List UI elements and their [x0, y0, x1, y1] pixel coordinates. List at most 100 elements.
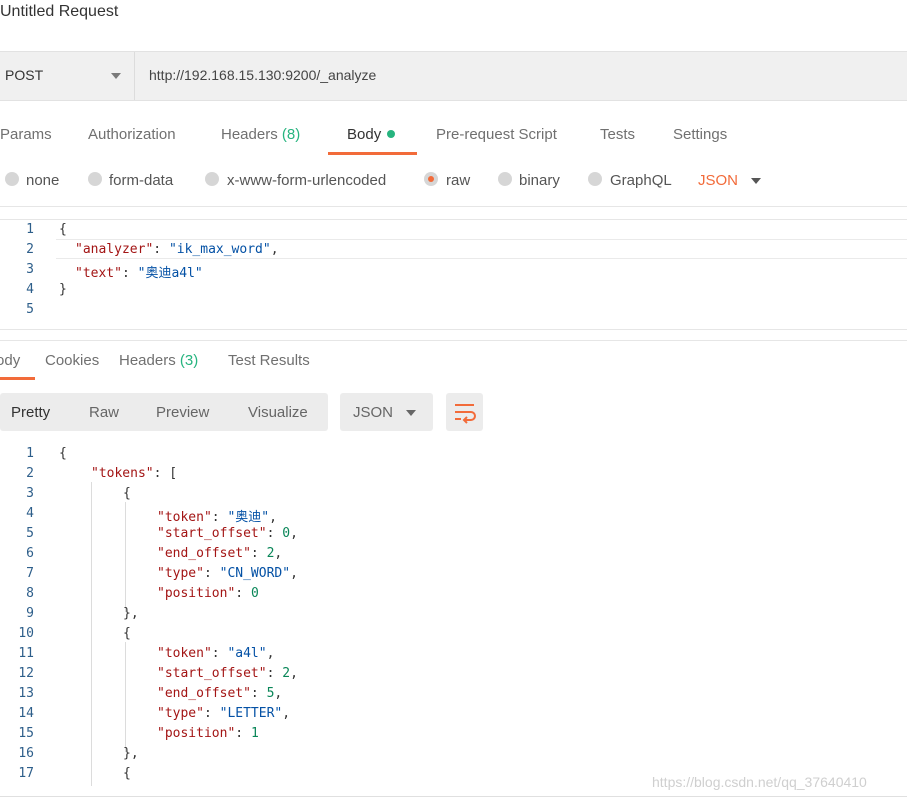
line-number: 9	[26, 606, 34, 621]
json-number: 2	[266, 546, 275, 561]
wrap-lines-button[interactable]	[446, 393, 483, 431]
json-key: "analyzer"	[75, 242, 154, 257]
line-number: 8	[26, 586, 34, 601]
json-key: "tokens"	[91, 466, 154, 481]
code-line: "position": 0	[157, 586, 259, 601]
tab-response-headers[interactable]: Headers (3)	[119, 352, 198, 369]
view-mode-bar: Pretty Raw Preview Visualize	[0, 393, 328, 431]
chevron-down-icon	[406, 410, 416, 416]
tab-body[interactable]: Body	[347, 126, 396, 143]
json-key: "end_offset"	[157, 546, 251, 561]
tab-params[interactable]: Params	[0, 126, 52, 143]
json-key: "token"	[157, 646, 212, 661]
option-form-data-label[interactable]: form-data	[109, 172, 173, 189]
line-number: 7	[26, 566, 34, 581]
line-number: 14	[18, 706, 34, 721]
tab-settings[interactable]: Settings	[673, 126, 727, 143]
option-binary-label[interactable]: binary	[519, 172, 560, 189]
tab-cookies[interactable]: Cookies	[45, 352, 99, 369]
active-tab-underline	[0, 377, 35, 380]
response-tabs: Body Cookies Headers (3) Test Results	[0, 346, 907, 382]
line-number: 5	[26, 302, 34, 317]
divider	[0, 206, 907, 207]
chevron-down-icon[interactable]	[751, 178, 761, 184]
code-line: "end_offset": 5,	[157, 686, 283, 701]
tab-response-body[interactable]: Body	[0, 352, 20, 369]
line-number: 3	[26, 262, 34, 277]
code-brace: },	[123, 746, 139, 761]
line-number: 1	[26, 222, 34, 237]
json-string: "奥迪"	[227, 510, 270, 525]
code-brace: {	[123, 766, 131, 781]
view-preview-button[interactable]: Preview	[156, 404, 209, 421]
wrap-lines-icon	[455, 404, 476, 424]
watermark: https://blog.csdn.net/qq_37640410	[652, 774, 867, 790]
divider	[0, 340, 907, 341]
json-string: "LETTER"	[219, 706, 283, 721]
json-key: "token"	[157, 510, 212, 525]
json-key: "start_offset"	[157, 526, 267, 541]
line-number: 12	[18, 666, 34, 681]
json-string: "ik_max_word"	[168, 242, 271, 257]
code-line: "text": "奥迪a4l"	[75, 266, 203, 281]
radio-raw[interactable]	[424, 172, 438, 186]
radio-none[interactable]	[5, 172, 19, 186]
option-urlencoded-label[interactable]: x-www-form-urlencoded	[227, 172, 386, 189]
line-number: 4	[26, 282, 34, 297]
tab-prerequest-script[interactable]: Pre-request Script	[436, 126, 557, 143]
radio-graphql[interactable]	[588, 172, 602, 186]
active-tab-underline	[328, 152, 417, 155]
divider	[0, 796, 907, 797]
json-number: 1	[250, 726, 259, 741]
tab-headers[interactable]: Headers (8)	[221, 126, 300, 143]
divider	[0, 219, 907, 220]
view-raw-button[interactable]: Raw	[89, 404, 119, 421]
view-visualize-button[interactable]: Visualize	[248, 404, 308, 421]
option-graphql-label[interactable]: GraphQL	[610, 172, 672, 189]
response-format-select[interactable]: JSON	[340, 393, 433, 431]
code-line: "start_offset": 2,	[157, 666, 298, 681]
line-number: 1	[26, 446, 34, 461]
line-number: 4	[26, 506, 34, 521]
radio-urlencoded[interactable]	[205, 172, 219, 186]
code-bracket: [	[169, 466, 178, 481]
tab-authorization[interactable]: Authorization	[88, 126, 176, 143]
code-line: "type": "LETTER",	[157, 706, 291, 721]
view-pretty-button[interactable]: Pretty	[11, 404, 50, 421]
code-line: "start_offset": 0,	[157, 526, 298, 541]
url-bar: POST http://192.168.15.130:9200/_analyze	[0, 51, 907, 101]
url-input[interactable]: http://192.168.15.130:9200/_analyze	[149, 67, 376, 83]
divider	[0, 329, 907, 330]
json-key: "type"	[157, 566, 204, 581]
json-key: "position"	[157, 586, 236, 601]
json-string: "a4l"	[227, 646, 267, 661]
method-label: POST	[5, 67, 44, 83]
response-headers-count: (3)	[179, 352, 199, 369]
tab-body-label: Body	[347, 126, 382, 143]
request-title[interactable]: Untitled Request	[0, 0, 118, 28]
json-number: 5	[266, 686, 275, 701]
json-number: 0	[250, 586, 259, 601]
headers-count: (8)	[281, 126, 301, 143]
option-raw-label[interactable]: raw	[446, 172, 470, 189]
radio-binary[interactable]	[498, 172, 512, 186]
code-brace: },	[123, 606, 139, 621]
line-number: 15	[18, 726, 34, 741]
indent-guide	[91, 482, 92, 786]
code-line: "analyzer": "ik_max_word",	[75, 242, 279, 257]
line-number: 16	[18, 746, 34, 761]
indent-guide	[125, 642, 126, 752]
tab-tests[interactable]: Tests	[600, 126, 635, 143]
method-select[interactable]: POST	[0, 52, 135, 100]
code-line: "token": "a4l",	[157, 646, 275, 661]
request-tabs: Params Authorization Headers (8) Body Pr…	[0, 120, 907, 156]
json-key: "position"	[157, 726, 236, 741]
code-brace: {	[123, 486, 131, 501]
tab-test-results[interactable]: Test Results	[228, 352, 310, 369]
body-format-select[interactable]: JSON	[698, 172, 738, 189]
option-none-label[interactable]: none	[26, 172, 59, 189]
radio-form-data[interactable]	[88, 172, 102, 186]
line-number: 5	[26, 526, 34, 541]
json-key: "type"	[157, 706, 204, 721]
tab-headers-label: Headers	[221, 126, 278, 143]
